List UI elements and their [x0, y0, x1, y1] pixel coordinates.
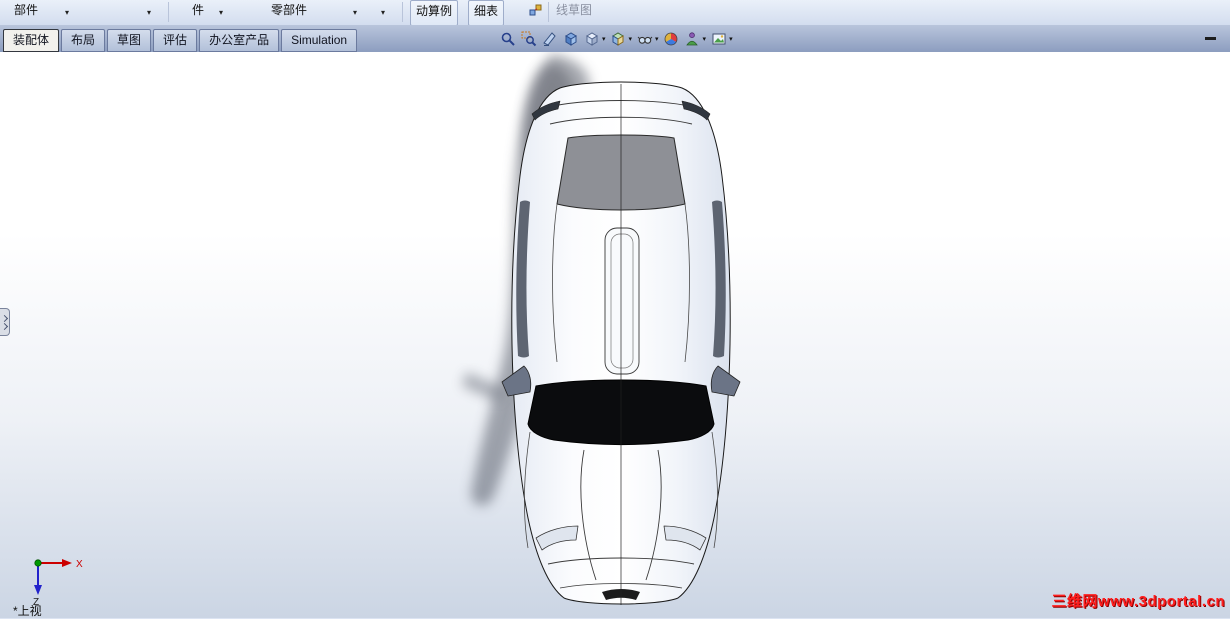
dropdown-arrow-icon[interactable]: ▾: [629, 35, 633, 43]
display-style-icon[interactable]: [582, 30, 601, 49]
tab-assembly[interactable]: 装配体: [3, 29, 60, 52]
dropdown-arrow-icon[interactable]: ▾: [602, 35, 606, 43]
watermark-text: 三维网www.3dportal.cn: [1051, 593, 1225, 610]
section-view-icon[interactable]: [540, 30, 559, 49]
tab-office-products[interactable]: 办公室产品: [199, 29, 280, 52]
ribbon-strip: 部件 ▾ ▾ 件 ▾ 零部件 ▾ ▾ 动算例 细表 线草图: [0, 0, 1230, 26]
dropdown-arrow-icon[interactable]: ▾: [219, 9, 223, 17]
ribbon-button-insert-component[interactable]: 部件: [14, 1, 38, 18]
zoom-to-fit-icon[interactable]: [498, 30, 517, 49]
ribbon-separator: [548, 2, 549, 22]
dropdown-arrow-icon[interactable]: ▾: [703, 35, 707, 43]
tab-simulation[interactable]: Simulation: [281, 29, 358, 52]
reference-triad: X Z: [33, 559, 83, 608]
camera-views-icon[interactable]: [709, 30, 728, 49]
dropdown-arrow-icon[interactable]: ▾: [147, 9, 151, 17]
graphics-area[interactable]: X Z *上视 三维网www.3dportal.cn: [0, 52, 1230, 618]
feature-manager-flyout-tab[interactable]: [0, 308, 10, 336]
ribbon-separator: [168, 2, 169, 22]
dropdown-arrow-icon[interactable]: ▾: [729, 35, 733, 43]
command-manager-tabs: 装配体 布局 草图 评估 办公室产品 Simulation: [3, 29, 358, 52]
view-orientation-label: *上视: [13, 604, 42, 618]
command-manager-tab-row: 装配体 布局 草图 评估 办公室产品 Simulation ▾ ▾ ▾ ▾ ▾: [0, 25, 1230, 53]
axis-y-origin-dot: [34, 559, 42, 567]
dropdown-arrow-icon[interactable]: ▾: [65, 9, 69, 17]
hide-show-items-icon[interactable]: [635, 30, 654, 49]
view-orientation-icon[interactable]: [561, 30, 580, 49]
exploded-view-icon[interactable]: [528, 3, 544, 19]
chevron-right-icon: [0, 314, 9, 322]
car-model-top-view[interactable]: [0, 52, 1230, 618]
ribbon-separator: [402, 2, 403, 22]
edit-appearance-icon[interactable]: [662, 30, 681, 49]
dropdown-arrow-icon[interactable]: ▾: [353, 9, 357, 17]
dropdown-arrow-icon[interactable]: ▾: [655, 35, 659, 43]
ribbon-button-motion-study[interactable]: 动算例: [410, 0, 459, 26]
ribbon-button-explode-line-sketch[interactable]: 线草图: [556, 1, 592, 18]
tab-layout[interactable]: 布局: [61, 29, 106, 52]
axis-x-label: X: [76, 559, 83, 570]
chevron-right-icon: [0, 322, 9, 330]
tab-sketch[interactable]: 草图: [107, 29, 152, 52]
apply-scene-icon[interactable]: [683, 30, 702, 49]
tab-evaluate[interactable]: 评估: [153, 29, 198, 52]
ribbon-button-mate[interactable]: 件: [192, 1, 204, 18]
ribbon-button-move-component[interactable]: 零部件: [271, 1, 307, 18]
zoom-area-icon[interactable]: [519, 30, 538, 49]
car-body[interactable]: [501, 81, 741, 605]
view-settings-icon[interactable]: [609, 30, 628, 49]
heads-up-view-toolbar: ▾ ▾ ▾ ▾ ▾: [498, 28, 734, 50]
dropdown-arrow-icon[interactable]: ▾: [381, 9, 385, 17]
minimize-ribbon-button[interactable]: [1205, 37, 1216, 40]
ribbon-button-bill-of-materials[interactable]: 细表: [468, 0, 505, 26]
